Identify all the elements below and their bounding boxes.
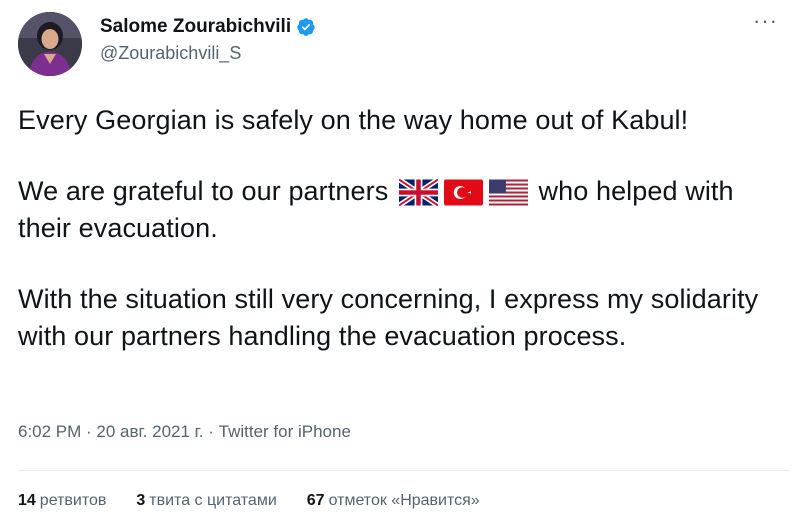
meta-separator-2: · bbox=[203, 422, 219, 441]
tweet-meta: 6:02 PM · 20 авг. 2021 г. · Twitter for … bbox=[18, 422, 351, 442]
quotes-count: 3 bbox=[136, 492, 146, 509]
tweet-card: Salome Zourabichvili @Zourabichvili_S ··… bbox=[0, 0, 800, 523]
tweet-paragraph-3: With the situation still very concerning… bbox=[18, 284, 759, 351]
meta-separator-1: · bbox=[81, 422, 97, 441]
likes-stat[interactable]: 67 отметок «Нравится» bbox=[307, 492, 480, 510]
retweets-count: 14 bbox=[18, 492, 36, 509]
turkey-flag-icon bbox=[443, 179, 483, 206]
tweet-paragraph-2-start: We are grateful to our partners bbox=[18, 176, 389, 206]
quotes-label: твита с цитатами bbox=[149, 492, 277, 509]
likes-count: 67 bbox=[306, 492, 325, 509]
tweet-date[interactable]: 20 авг. 2021 г. bbox=[96, 422, 203, 441]
display-name[interactable]: Salome Zourabichvili bbox=[100, 16, 291, 38]
divider bbox=[18, 470, 790, 471]
tweet-stats: 14 ретвитов 3 твита с цитатами 67 отметок «… bbox=[18, 492, 510, 510]
avatar[interactable] bbox=[18, 12, 82, 76]
user-handle[interactable]: @Zourabichvili_S bbox=[100, 43, 316, 64]
us-flag-icon bbox=[488, 179, 528, 206]
author-block: Salome Zourabichvili @Zourabichvili_S bbox=[100, 16, 316, 64]
retweets-label: ретвитов bbox=[39, 492, 107, 509]
retweets-stat[interactable]: 14 ретвитов bbox=[18, 492, 106, 510]
tweet-time[interactable]: 6:02 PM bbox=[18, 422, 81, 441]
tweet-paragraph-1: Every Georgian is safely on the way home… bbox=[18, 105, 689, 135]
name-row: Salome Zourabichvili bbox=[100, 16, 316, 38]
verified-badge-icon bbox=[297, 18, 315, 36]
tweet-header: Salome Zourabichvili @Zourabichvili_S bbox=[18, 12, 782, 78]
tweet-text: Every Georgian is safely on the way home… bbox=[18, 102, 782, 355]
tweet-source[interactable]: Twitter for iPhone bbox=[219, 422, 351, 441]
uk-flag-icon bbox=[398, 179, 438, 206]
tweet-paragraph-2: We are grateful to our partners who help… bbox=[18, 173, 782, 247]
likes-label: отметок «Нравится» bbox=[328, 492, 480, 509]
quotes-stat[interactable]: 3 твита с цитатами bbox=[136, 492, 276, 510]
more-options-icon[interactable]: ··· bbox=[753, 10, 778, 32]
